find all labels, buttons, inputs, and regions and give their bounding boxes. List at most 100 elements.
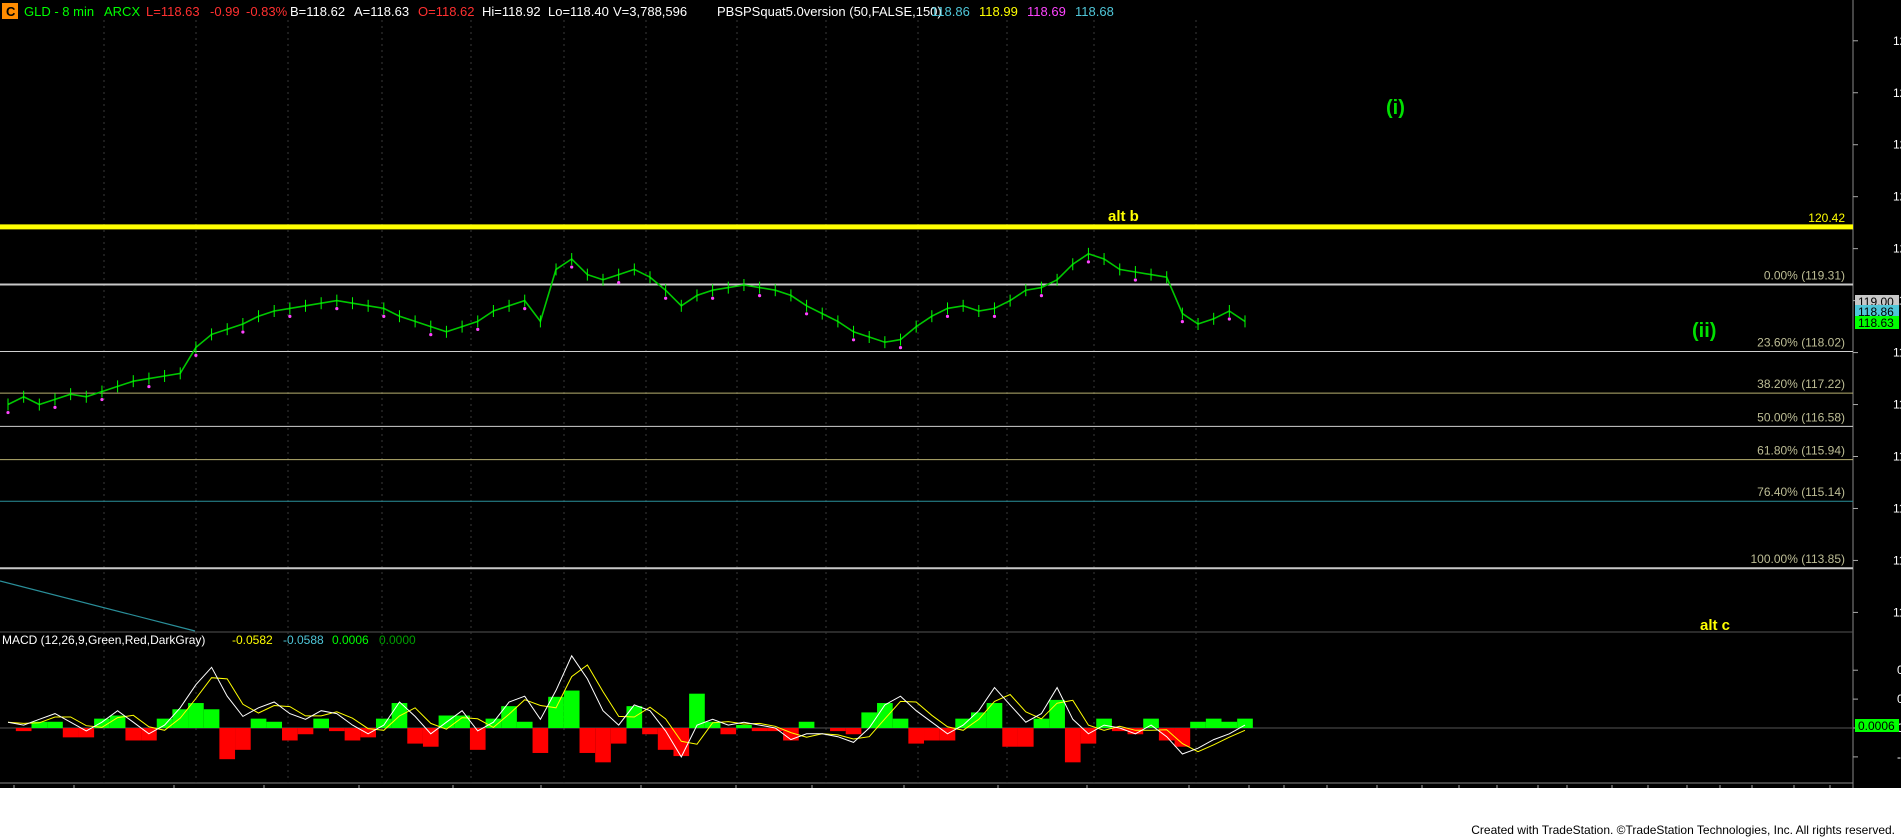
price-tick-label: 116.00 (1893, 450, 1901, 464)
chart-background (0, 0, 1901, 838)
price-chart[interactable]: C GLD - 8 min ARCX L=118.63 -0.99 -0.83%… (0, 0, 1901, 838)
price-tick-label: 115.00 (1893, 501, 1901, 515)
pivot-dot (992, 314, 997, 319)
pivot-dot (1133, 278, 1137, 282)
macd-histogram-bar (47, 721, 63, 728)
pivot-dot (53, 405, 57, 409)
pivot-dot (194, 353, 198, 357)
macd-current-marker: 0.0006 (1855, 719, 1899, 733)
macd-histogram-bar (563, 690, 580, 728)
pivot-dot (335, 307, 339, 311)
macd-histogram-bar (62, 728, 79, 738)
level-label: 50.00% (116.58) (1757, 410, 1845, 424)
macd-marker-label: 0.0006 (1858, 719, 1895, 733)
price-tick-label: 120.00 (1893, 242, 1901, 256)
pivot-dot (757, 294, 762, 298)
app-logo-letter: C (6, 4, 16, 19)
high-price: Hi=118.92 (482, 4, 541, 19)
indicator-value-1: 118.86 (931, 4, 970, 19)
pivot-dot (1227, 317, 1231, 321)
macd-tick-label: -0.1000 (1897, 750, 1901, 764)
level-label: 100.00% (113.85) (1750, 552, 1845, 566)
header: C GLD - 8 min ARCX L=118.63 -0.99 -0.83%… (2, 3, 1114, 19)
macd-histogram-bar (532, 728, 549, 753)
macd-histogram-bar (1049, 699, 1065, 728)
macd-histogram-bar (250, 718, 267, 728)
pivot-dot (1180, 320, 1184, 324)
macd-histogram-bar (78, 728, 95, 738)
annotation-alt-c: alt c (1700, 617, 1730, 634)
pivot-dot (851, 338, 856, 342)
macd-histogram-bar (610, 728, 627, 744)
macd-value-4: 0.0000 (379, 633, 416, 647)
macd-histogram-bar (15, 728, 32, 732)
macd-histogram-bar (908, 728, 925, 744)
level-label: 76.40% (115.14) (1757, 485, 1845, 499)
macd-histogram-bar (1237, 718, 1253, 728)
macd-histogram-bar (282, 728, 298, 741)
macd-histogram-bar (642, 728, 658, 735)
macd-histogram-bar (1002, 728, 1018, 747)
macd-histogram-bar (266, 721, 283, 728)
pivot-dot (147, 384, 151, 389)
pivot-dot (523, 307, 527, 311)
macd-histogram-bar (188, 703, 204, 728)
level-label: 38.20% (117.22) (1757, 377, 1845, 391)
indicator-value-2: 118.99 (979, 4, 1018, 19)
last-price: L=118.63 (146, 4, 200, 19)
annotation-wave-i: (i) (1386, 97, 1405, 119)
macd-histogram-bar (877, 703, 893, 728)
symbol-label: GLD - 8 min (24, 4, 94, 19)
price-markers: 119.00 118.86 118.63 (1855, 295, 1899, 330)
open-price: O=118.62 (418, 4, 475, 19)
annotation-wave-ii: (ii) (1692, 320, 1716, 342)
pivot-dot (1086, 260, 1091, 264)
indicator-label: PBSPSquat5.0version (50,FALSE,150) (717, 4, 942, 19)
change-value: -0.99 (210, 4, 240, 19)
macd-histogram-bar (125, 728, 142, 741)
price-tick-label: 121.00 (1893, 190, 1901, 204)
macd-histogram-bar (986, 703, 1003, 728)
price-tick-label: 123.00 (1893, 86, 1901, 100)
indicator-value-3: 118.69 (1027, 4, 1066, 19)
price-tick-label: 124.00 (1893, 34, 1901, 48)
macd-tick-label: 0.2000 (1897, 663, 1901, 677)
macd-histogram-bar (1190, 721, 1206, 728)
macd-histogram-bar (751, 728, 768, 732)
macd-histogram-bar (1017, 728, 1034, 747)
macd-tick-label: 0.1000 (1897, 692, 1901, 706)
footer-credit: Created with TradeStation. ©TradeStation… (1471, 823, 1895, 837)
macd-histogram-bar (1033, 718, 1050, 728)
low-price: Lo=118.40 (548, 4, 609, 19)
macd-histogram-bar (595, 728, 611, 763)
macd-histogram-bar (970, 712, 987, 728)
macd-histogram-bar (219, 728, 236, 760)
macd-histogram-bar (1221, 721, 1238, 728)
pivot-dot (429, 332, 433, 337)
pivot-dot (898, 345, 903, 350)
macd-histogram-bar (407, 728, 423, 744)
price-tick-label: 122.00 (1893, 138, 1901, 152)
macd-histogram-bar (845, 728, 862, 735)
change-percent: -0.83% (246, 4, 288, 19)
exchange-label: ARCX (104, 4, 140, 19)
macd-histogram-bar (720, 728, 737, 735)
macd-histogram-bar (422, 728, 439, 747)
pivot-dot (804, 312, 809, 316)
macd-histogram-bar (235, 728, 251, 750)
level-label: 0.00% (119.31) (1764, 269, 1845, 283)
pivot-dot (1039, 294, 1044, 298)
macd-value-2: -0.0588 (283, 633, 324, 647)
pivot-dot (617, 281, 621, 285)
macd-histogram-bar (892, 718, 909, 728)
macd-histogram-bar (1143, 718, 1159, 728)
macd-histogram-bar (516, 721, 533, 728)
pivot-dot (711, 296, 715, 300)
macd-histogram-bar (375, 718, 392, 728)
pivot-dot (664, 296, 668, 300)
pivot-dot (476, 327, 480, 332)
price-tick-label: 118.00 (1893, 346, 1901, 360)
macd-histogram-bar (297, 728, 314, 735)
level-label: 120.42 (1808, 211, 1845, 225)
pivot-dot (6, 410, 10, 415)
